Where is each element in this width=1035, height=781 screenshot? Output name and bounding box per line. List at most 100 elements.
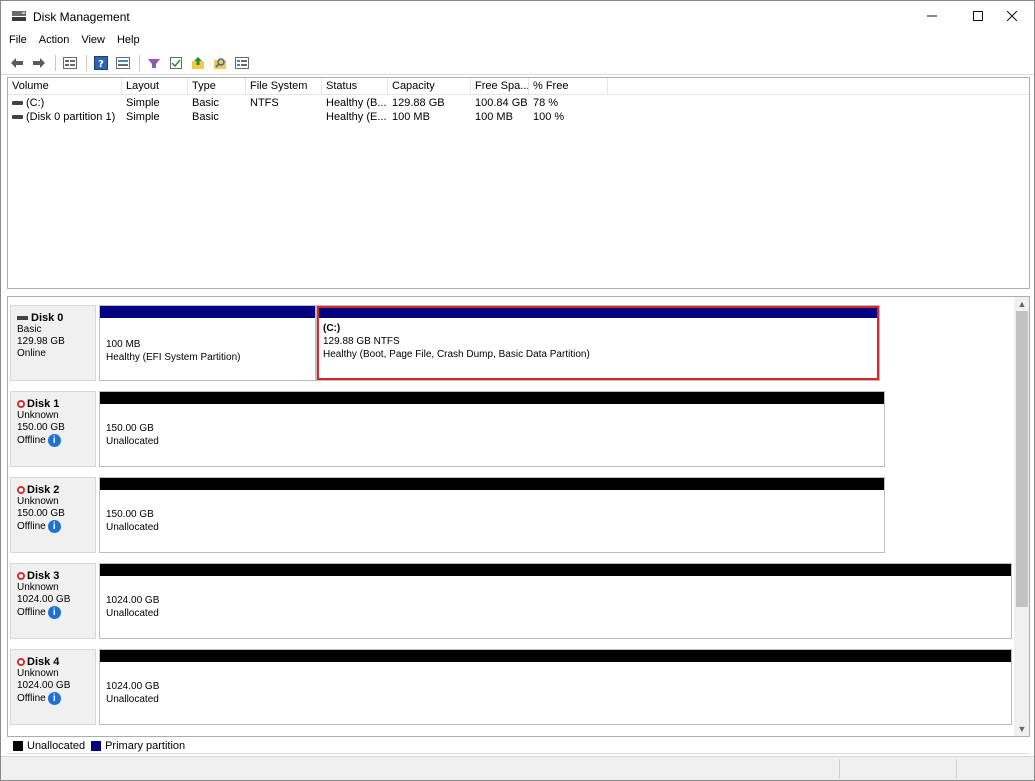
capacity-cell: 129.88 GB xyxy=(392,97,445,109)
disk-state: Offline xyxy=(17,435,46,447)
unallocated-space[interactable]: 150.00 GB Unallocated xyxy=(99,477,885,553)
volume-list[interactable]: Volume Layout Type File System Status Ca… xyxy=(7,77,1030,289)
partition-size: 129.88 GB NTFS xyxy=(323,336,400,347)
disk-map[interactable]: Disk 0 Basic 129.98 GB Online 100 MB Hea… xyxy=(7,296,1030,737)
disk-size: 1024.00 GB xyxy=(17,594,71,605)
checklist-button[interactable] xyxy=(168,55,184,71)
disk-size: 150.00 GB xyxy=(17,508,65,519)
unallocated-space[interactable]: 1024.00 GB Unallocated xyxy=(99,649,1012,725)
free-space-cell: 100.84 GB xyxy=(475,97,528,109)
view-icon xyxy=(116,56,130,69)
info-icon[interactable]: i xyxy=(47,606,61,619)
legend-label: Unallocated xyxy=(27,739,86,752)
info-icon[interactable]: i xyxy=(47,434,61,447)
help-icon: ? xyxy=(94,55,108,70)
partition-body: 100 MB Healthy (EFI System Partition) xyxy=(106,338,240,364)
scrollbar-thumb[interactable] xyxy=(1016,311,1028,607)
close-icon xyxy=(1007,11,1017,21)
menu-action[interactable]: Action xyxy=(39,31,70,49)
disk-state-row: Offline i xyxy=(17,692,95,705)
disk-name: Disk 0 xyxy=(17,312,95,324)
disk-2-info[interactable]: Disk 2 Unknown 150.00 GB Offline i xyxy=(10,477,96,553)
offline-disk-icon xyxy=(17,572,25,581)
connect-icon xyxy=(148,58,160,68)
disk-1-row: Disk 1 Unknown 150.00 GB Offline i 150.00… xyxy=(8,389,1013,469)
file-system-cell: NTFS xyxy=(250,97,279,109)
unallocated-space[interactable]: 1024.00 GB Unallocated xyxy=(99,563,1012,639)
disk-3-info[interactable]: Disk 3 Unknown 1024.00 GB Offline i xyxy=(10,563,96,639)
disk-0-info[interactable]: Disk 0 Basic 129.98 GB Online xyxy=(10,305,96,381)
status-cell: Healthy (E... xyxy=(326,111,387,123)
free-space-cell: 100 MB xyxy=(475,111,513,123)
disk-map-scrollbar[interactable]: ▲ ▼ xyxy=(1014,297,1029,736)
view-button[interactable] xyxy=(115,55,131,71)
type-cell: Basic xyxy=(192,111,219,123)
show-hide-console-button[interactable] xyxy=(62,55,78,71)
disk-state-row: Offline i xyxy=(17,520,95,533)
partition-size: 150.00 GB xyxy=(106,509,154,520)
c-drive-partition[interactable]: (C:) 129.88 GB NTFS Healthy (Boot, Page … xyxy=(316,305,880,381)
disk-1-info[interactable]: Disk 1 Unknown 150.00 GB Offline i xyxy=(10,391,96,467)
disk-state: Offline xyxy=(17,693,46,705)
scroll-up-icon[interactable]: ▲ xyxy=(1014,297,1029,311)
status-separator xyxy=(956,759,957,779)
primary-partition-bar xyxy=(317,306,879,318)
info-icon[interactable]: i xyxy=(47,520,61,533)
checklist-icon xyxy=(170,56,182,69)
disk-4-name: Disk 4 xyxy=(27,656,60,668)
info-icon[interactable]: i xyxy=(47,692,61,705)
column-header-layout[interactable]: Layout xyxy=(122,78,188,95)
disk-type: Unknown xyxy=(17,668,59,679)
status-separator xyxy=(839,759,840,779)
partition-size: 150.00 GB xyxy=(106,423,154,434)
column-header-free-space[interactable]: Free Spa... xyxy=(471,78,529,95)
connect-button[interactable] xyxy=(146,55,162,71)
disk-size: 129.98 GB xyxy=(17,336,65,347)
disk-size: 150.00 GB xyxy=(17,422,65,433)
menu-help[interactable]: Help xyxy=(117,31,140,49)
menu-view[interactable]: View xyxy=(81,31,105,49)
close-button[interactable] xyxy=(989,1,1035,31)
table-row[interactable]: (Disk 0 partition 1) Simple Basic Health… xyxy=(8,110,1029,124)
drive-icon xyxy=(12,101,23,106)
toolbar-separator xyxy=(86,54,87,71)
column-header-volume[interactable]: Volume xyxy=(8,78,122,95)
partition-status: Unallocated xyxy=(106,522,159,533)
disk-1-name: Disk 1 xyxy=(27,398,60,410)
search-button[interactable] xyxy=(212,55,228,71)
column-header-percent-free[interactable]: % Free xyxy=(529,78,608,95)
search-icon xyxy=(214,57,226,69)
partition-size: 1024.00 GB xyxy=(106,595,160,606)
up-folder-button[interactable] xyxy=(190,55,206,71)
unallocated-space[interactable]: 150.00 GB Unallocated xyxy=(99,391,885,467)
column-header-status[interactable]: Status xyxy=(322,78,388,95)
scroll-down-icon[interactable]: ▼ xyxy=(1014,722,1029,736)
toolbar-separator xyxy=(139,54,140,71)
disk-name: Disk 2 xyxy=(17,484,95,496)
disk-4-info[interactable]: Disk 4 Unknown 1024.00 GB Offline i xyxy=(10,649,96,725)
forward-button[interactable] xyxy=(31,55,47,71)
disk-type: Unknown xyxy=(17,410,59,421)
details-button[interactable] xyxy=(234,55,250,71)
menu-bar: File Action View Help xyxy=(1,31,1034,49)
volume-cell: (Disk 0 partition 1) xyxy=(8,110,122,124)
efi-partition[interactable]: 100 MB Healthy (EFI System Partition) xyxy=(99,305,316,381)
column-header-capacity[interactable]: Capacity xyxy=(388,78,471,95)
table-row[interactable]: (C:) Simple Basic NTFS Healthy (B... 129… xyxy=(8,96,1029,110)
status-bar xyxy=(1,756,1034,780)
disk-0-name: Disk 0 xyxy=(31,312,64,324)
legend-item-unallocated: Unallocated xyxy=(13,740,85,752)
column-header-type[interactable]: Type xyxy=(188,78,246,95)
minimize-button[interactable] xyxy=(909,1,955,31)
file-system-cell xyxy=(246,110,322,124)
back-button[interactable] xyxy=(9,55,25,71)
legend-item-primary: Primary partition xyxy=(91,740,185,752)
disk-management-app-icon xyxy=(12,11,26,21)
disk-state-row: Offline i xyxy=(17,434,95,447)
help-button[interactable]: ? xyxy=(93,55,109,71)
menu-file[interactable]: File xyxy=(9,31,27,49)
column-header-file-system[interactable]: File System xyxy=(246,78,322,95)
minimize-icon xyxy=(927,15,937,17)
details-icon xyxy=(235,56,249,69)
layout-cell: Simple xyxy=(126,97,160,109)
